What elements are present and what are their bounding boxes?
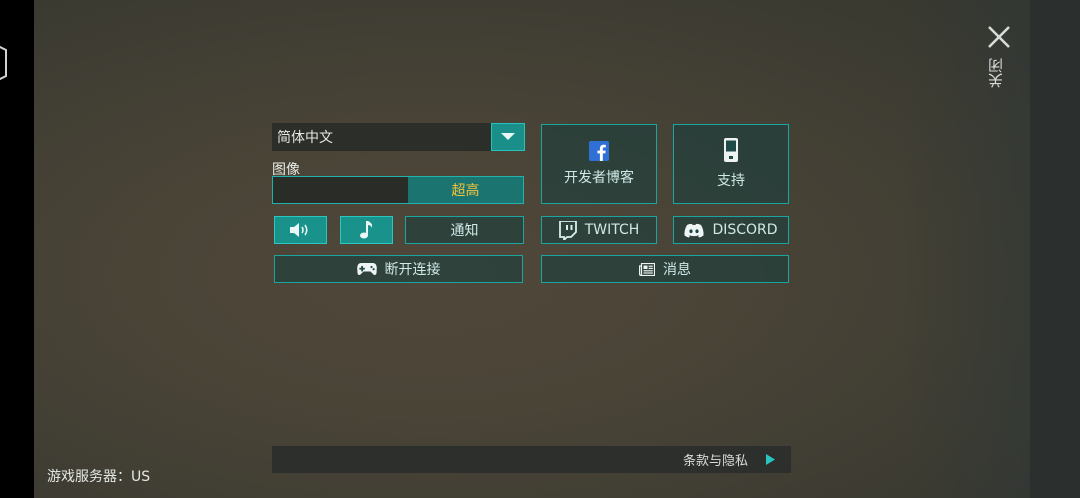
music-toggle-button[interactable] [340, 216, 393, 244]
close-icon [988, 26, 1010, 48]
news-content: 消息 [639, 259, 691, 279]
discord-label: DISCORD [712, 222, 778, 238]
graphics-quality-fill: 超高 [408, 177, 523, 203]
dev-blog-label: 开发者博客 [564, 170, 634, 186]
game-server-label: 游戏服务器：US [47, 469, 151, 485]
discord-content: DISCORD [684, 222, 778, 238]
terms-privacy-link[interactable]: 条款与隐私 [683, 446, 775, 473]
close-label: 关闭 [987, 58, 1005, 88]
settings-screen: 关闭 简体中文 图像 超高 开发者博客 支持 通知 TWITCH DISCORD… [0, 0, 1080, 498]
disconnect-content: 断开连接 [356, 259, 441, 279]
right-edge-bar [1030, 0, 1080, 498]
terms-privacy-label: 条款与隐私 [682, 454, 748, 469]
graphics-quality-slider[interactable]: 超高 [272, 176, 524, 204]
twitch-icon [558, 220, 577, 240]
phone-icon [724, 138, 738, 162]
discord-button[interactable]: DISCORD [673, 216, 789, 244]
language-dropdown-button[interactable] [491, 123, 525, 151]
play-arrow-icon [766, 454, 775, 465]
twitch-label: TWITCH [584, 222, 640, 238]
news-icon [639, 262, 655, 276]
language-value: 简体中文 [277, 130, 333, 146]
hexagon-icon [0, 45, 7, 81]
sound-toggle-button[interactable] [274, 216, 327, 244]
gamepad-icon [356, 263, 377, 275]
support-button[interactable]: 支持 [673, 124, 789, 204]
speaker-icon [289, 223, 308, 237]
left-edge-bar [0, 0, 34, 498]
settings-panel [34, 0, 1030, 498]
twitch-button[interactable]: TWITCH [541, 216, 657, 244]
notify-button[interactable]: 通知 [405, 216, 524, 244]
support-label: 支持 [717, 173, 745, 189]
dropdown-arrow-icon [501, 133, 515, 140]
news-button[interactable]: 消息 [541, 255, 789, 283]
close-button[interactable]: 关闭 [984, 22, 1014, 100]
twitch-content: TWITCH [558, 220, 640, 240]
disconnect-label: 断开连接 [384, 262, 441, 278]
dev-blog-button[interactable]: 开发者博客 [541, 124, 657, 204]
disconnect-button[interactable]: 断开连接 [274, 255, 523, 283]
news-label: 消息 [663, 262, 691, 278]
discord-icon [684, 223, 705, 237]
terms-bar: 条款与隐私 [272, 446, 791, 473]
language-select[interactable]: 简体中文 [272, 123, 525, 151]
music-note-icon [359, 221, 372, 239]
graphics-quality-value: 超高 [451, 183, 480, 199]
facebook-icon [589, 141, 609, 161]
notify-label: 通知 [450, 223, 479, 239]
